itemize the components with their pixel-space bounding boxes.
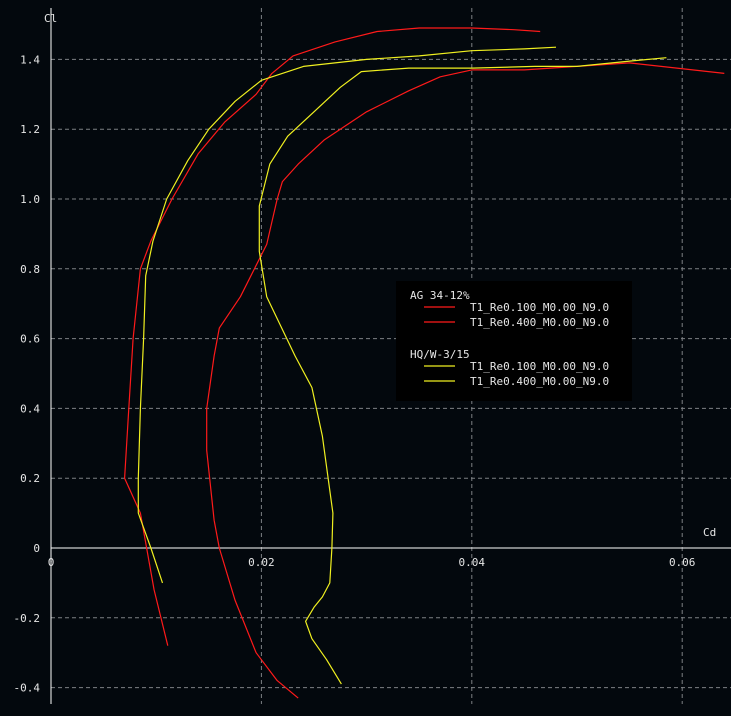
y-tick-label: 1.0: [20, 193, 40, 206]
x-tick-label: 0.02: [248, 556, 275, 569]
y-tick-label: 0.6: [20, 333, 40, 346]
y-tick-label: -0.4: [14, 682, 41, 695]
y-tick-label: 1.4: [20, 53, 40, 66]
legend-group-title: AG 34-12%: [410, 289, 470, 302]
chart-area: 0 0.02 0.04 0.06 -0.4 -0.2 0 0.2 0.4 0.6 0.8 1.0 1.2…: [0, 0, 731, 712]
x-axis-title: Cd: [703, 526, 716, 539]
y-tick-label: 0.2: [20, 472, 40, 485]
y-tick-label: 1.2: [20, 123, 40, 136]
y-tick-label: 0: [33, 542, 40, 555]
legend-group-title: HQ/W-3/15: [410, 348, 470, 361]
legend-entry-label: T1_Re0.400_M0.00_N9.0: [470, 375, 609, 388]
legend-entry-label: T1_Re0.400_M0.00_N9.0: [470, 316, 609, 329]
legend: AG 34-12%T1_Re0.100_M0.00_N9.0T1_Re0.400…: [396, 281, 632, 401]
chart-svg: 0 0.02 0.04 0.06 -0.4 -0.2 0 0.2 0.4 0.6 0.8 1.0 1.2…: [0, 0, 731, 712]
y-tick-label: 0.8: [20, 263, 40, 276]
legend-entry-label: T1_Re0.100_M0.00_N9.0: [470, 360, 609, 373]
x-tick-label: 0: [48, 556, 55, 569]
y-axis-title: Cl: [44, 12, 57, 25]
x-tick-label: 0.04: [459, 556, 486, 569]
y-tick-label: -0.2: [14, 612, 41, 625]
y-tick-label: 0.4: [20, 402, 40, 415]
x-tick-label: 0.06: [669, 556, 696, 569]
legend-entry-label: T1_Re0.100_M0.00_N9.0: [470, 301, 609, 314]
